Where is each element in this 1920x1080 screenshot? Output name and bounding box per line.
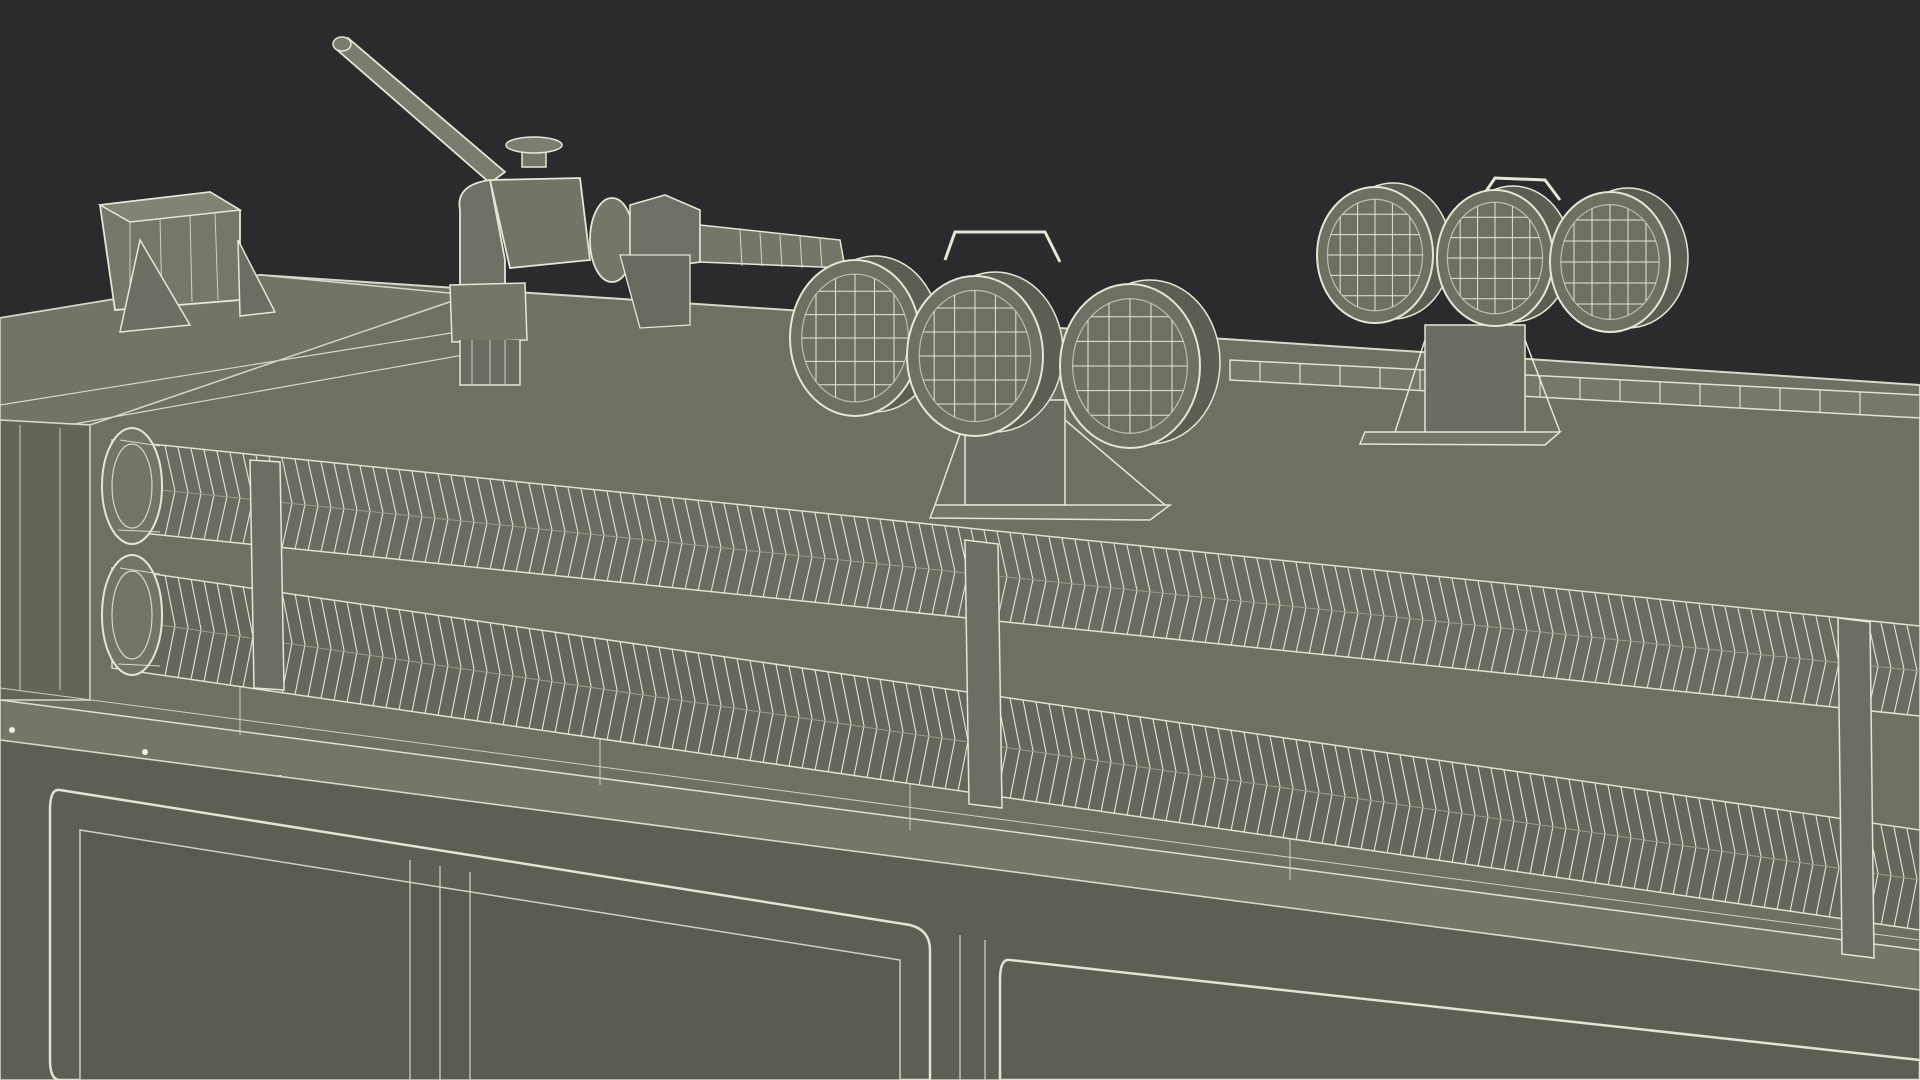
viewport (0, 0, 1920, 1080)
wireframe-scene (0, 0, 1920, 1080)
hose-end-cap-upper (101, 427, 163, 545)
hose-end-cap-lower (101, 554, 163, 676)
left-wall (0, 419, 91, 701)
